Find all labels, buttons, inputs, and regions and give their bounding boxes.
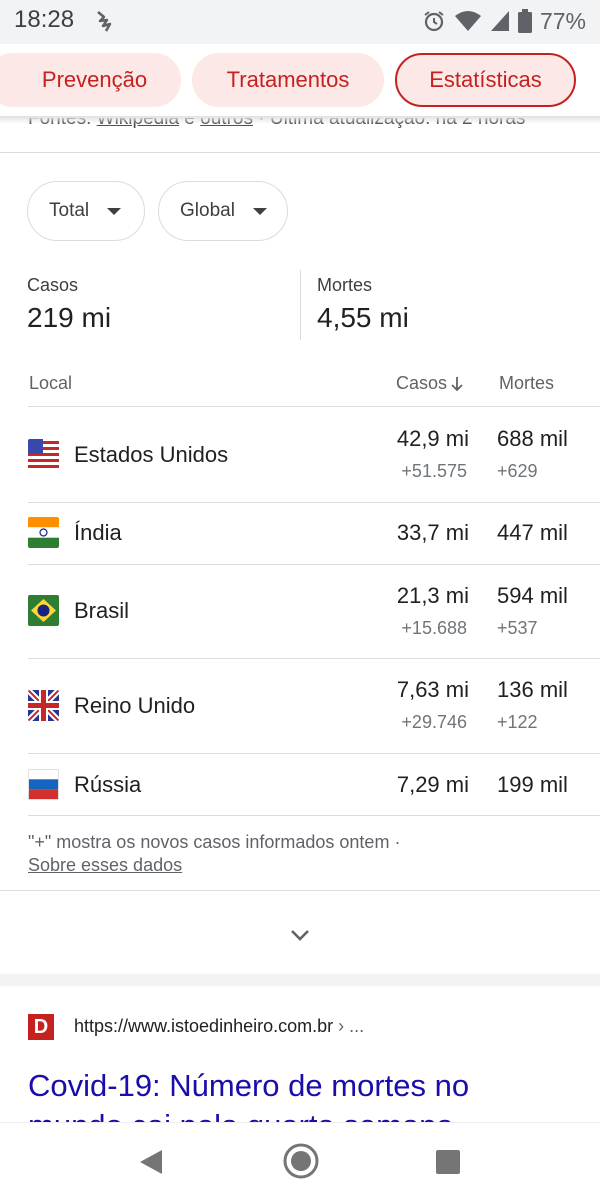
divider	[28, 406, 600, 407]
country-name: Reino Unido	[74, 693, 196, 718]
caret-down-icon	[107, 207, 122, 215]
region-dropdown[interactable]: Global	[158, 181, 288, 241]
alarm-icon	[424, 11, 444, 32]
deaths-value: 136 mil	[497, 677, 568, 702]
deaths-value: 447 mil	[497, 520, 568, 545]
site-favicon: D	[28, 1014, 54, 1040]
type-dropdown-value: Total	[49, 200, 90, 221]
total-deaths-value: 4,55 mi	[317, 302, 409, 333]
cases-value: 21,3 mi	[396, 583, 469, 608]
divider	[0, 152, 600, 153]
new-deaths-value: +537	[497, 618, 538, 638]
us-flag-icon	[28, 439, 59, 470]
total-cases-label: Casos	[27, 275, 79, 295]
total-deaths-label: Mortes	[317, 275, 373, 295]
notification-bird-icon	[97, 11, 112, 32]
summary-divider	[300, 270, 301, 340]
deaths-value: 688 mil	[497, 426, 568, 451]
battery-icon	[517, 9, 532, 33]
chip-bar-shadow	[0, 116, 600, 124]
caret-down-icon	[252, 207, 267, 215]
deaths-value: 199 mil	[497, 772, 568, 797]
result-url-crumb: › ...	[333, 1016, 365, 1036]
chip-label: Prevenção	[41, 67, 148, 92]
home-icon[interactable]	[282, 1142, 320, 1180]
chip-prevention[interactable]: Prevenção	[0, 53, 181, 107]
favicon-letter: D	[33, 1015, 49, 1038]
new-deaths-value: +629	[497, 461, 538, 481]
total-cases-value: 219 mi	[27, 302, 112, 333]
signal-icon	[490, 11, 509, 31]
chip-statistics[interactable]: Estatísticas	[395, 53, 576, 107]
result-title[interactable]: Covid-19: Número de mortes no	[28, 1068, 469, 1104]
new-cases-value: +29.746	[401, 712, 467, 732]
divider	[0, 890, 600, 891]
divider	[28, 564, 600, 565]
wifi-icon	[454, 11, 481, 31]
russia-flag-icon	[28, 769, 59, 800]
deaths-value: 594 mil	[497, 583, 568, 608]
country-name: Rússia	[74, 772, 142, 797]
back-icon[interactable]	[138, 1148, 164, 1176]
chip-label: Estatísticas	[429, 67, 542, 92]
cases-value: 33,7 mi	[396, 520, 469, 545]
country-name: Brasil	[74, 598, 130, 623]
status-bar: 18:28 77%	[0, 0, 600, 44]
india-flag-icon	[28, 517, 59, 548]
android-nav-bar	[0, 1122, 600, 1200]
result-url-text: https://www.istoedinheiro.com.br	[74, 1016, 334, 1036]
divider	[28, 658, 600, 659]
chip-treatments[interactable]: Tratamentos	[192, 53, 384, 107]
result-url[interactable]: https://www.istoedinheiro.com.br › ...	[74, 1016, 364, 1037]
chip-label: Tratamentos	[226, 67, 350, 92]
new-cases-value: +15.688	[401, 618, 467, 638]
result-title-line-2[interactable]: mundo cai pela quarta semana	[28, 1108, 454, 1122]
type-dropdown[interactable]: Total	[27, 181, 145, 241]
cases-value: 7,63 mi	[396, 677, 469, 702]
status-time: 18:28	[14, 6, 75, 33]
table-footnote: "+" mostra os novos casos informados ont…	[28, 832, 401, 852]
column-header-cases-label: Casos	[396, 373, 448, 393]
cases-value: 42,9 mi	[396, 426, 469, 451]
recent-apps-icon[interactable]	[436, 1150, 460, 1174]
column-header-deaths[interactable]: Mortes	[499, 373, 554, 394]
section-gap	[0, 974, 600, 986]
region-dropdown-value: Global	[180, 200, 235, 221]
divider	[28, 753, 600, 754]
column-header-location: Local	[29, 373, 73, 393]
column-header-cases[interactable]: Casos	[396, 373, 465, 394]
divider	[28, 815, 600, 816]
battery-percent: 77%	[539, 7, 586, 34]
brazil-flag-icon	[28, 595, 59, 626]
sort-arrow-down-icon	[451, 376, 463, 391]
country-name: Estados Unidos	[74, 442, 229, 467]
country-name: Índia	[74, 520, 122, 545]
divider	[28, 502, 600, 503]
expand-chevron-icon[interactable]	[288, 925, 312, 945]
topic-chip-bar: Prevenção Tratamentos Estatísticas	[0, 44, 600, 116]
cases-value: 7,29 mi	[396, 772, 469, 797]
new-cases-value: +51.575	[401, 461, 467, 481]
new-deaths-value: +122	[497, 712, 538, 732]
uk-flag-icon	[28, 690, 59, 721]
about-data-link[interactable]: Sobre esses dados	[28, 855, 182, 876]
